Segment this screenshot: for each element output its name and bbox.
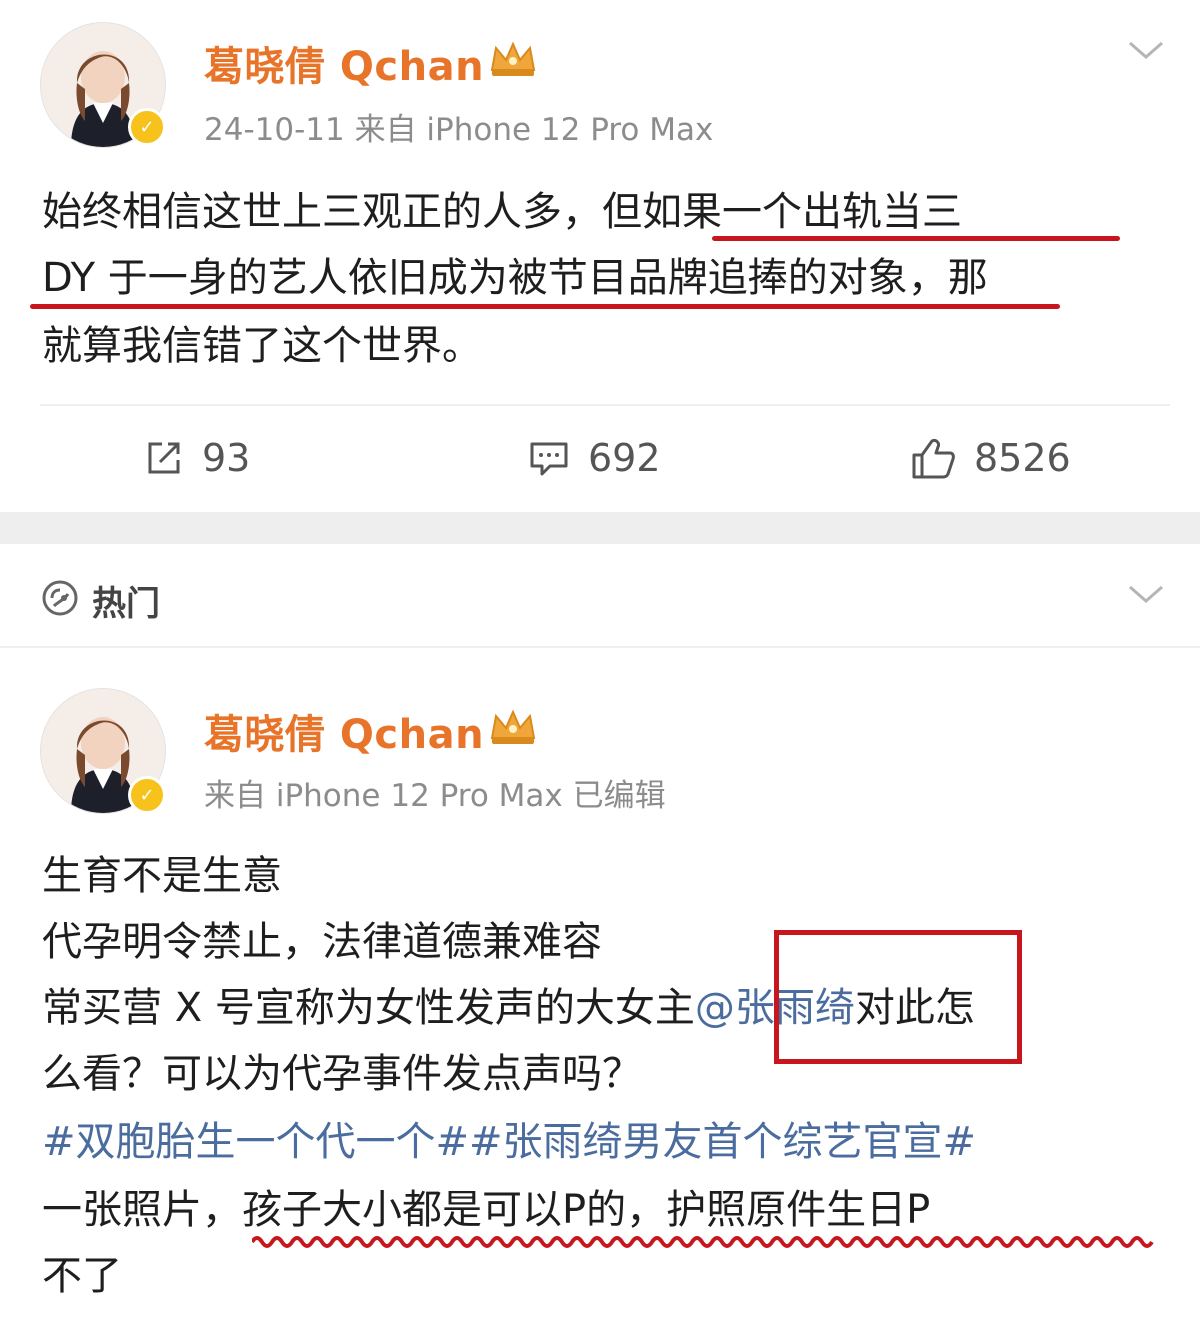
crown-icon xyxy=(490,41,536,76)
like-button[interactable]: 8526 xyxy=(910,436,1071,480)
hot-icon xyxy=(42,580,78,616)
section-gap xyxy=(0,512,1200,544)
divider xyxy=(40,404,1170,406)
comment-icon xyxy=(530,442,568,476)
chevron-down-icon[interactable] xyxy=(1128,584,1164,604)
post-text-segment: 常买营 X 号宣称为女性发声的大女主 xyxy=(42,985,695,1031)
post-text-line: 代孕明令禁止，法律道德兼难容 xyxy=(42,919,602,965)
highlight-box xyxy=(774,930,1022,1064)
highlight-wavy-underline xyxy=(252,1236,1154,1248)
like-count: 8526 xyxy=(974,436,1071,480)
post-meta: 24-10-11 来自 iPhone 12 Pro Max xyxy=(204,112,714,148)
author-name[interactable]: 葛晓倩 Qchan xyxy=(204,702,484,760)
post-text-line: 生育不是生意 xyxy=(42,853,282,899)
highlight-underline xyxy=(30,304,1060,309)
chevron-down-icon[interactable] xyxy=(1128,40,1164,60)
repost-icon xyxy=(148,442,180,474)
crown-icon xyxy=(490,709,536,744)
post-text-line: 不了 xyxy=(42,1253,122,1299)
highlight-underline xyxy=(712,236,1120,241)
divider xyxy=(0,646,1200,648)
post-text-line: DY 于一身的艺人依旧成为被节目品牌追捧的对象，那 xyxy=(42,255,988,301)
verified-badge-icon: ✓ xyxy=(128,108,166,146)
comment-button[interactable]: 692 xyxy=(528,436,661,480)
hot-tab-label[interactable]: 热门 xyxy=(92,576,160,625)
verified-badge-icon: ✓ xyxy=(128,776,166,814)
thumbs-up-icon xyxy=(912,439,955,479)
post-text-line: 就算我信错了这个世界。 xyxy=(42,323,482,369)
hashtag-link[interactable]: #双胞胎生一个代一个##张雨绮男友首个综艺官宣# xyxy=(42,1108,976,1176)
repost-count: 93 xyxy=(202,436,251,480)
repost-button[interactable]: 93 xyxy=(144,436,250,480)
post-meta: 来自 iPhone 12 Pro Max 已编辑 xyxy=(204,778,666,814)
post-text-line: 么看？可以为代孕事件发点声吗？ xyxy=(42,1051,642,1097)
comment-count: 692 xyxy=(588,436,661,480)
author-name[interactable]: 葛晓倩 Qchan xyxy=(204,34,484,92)
